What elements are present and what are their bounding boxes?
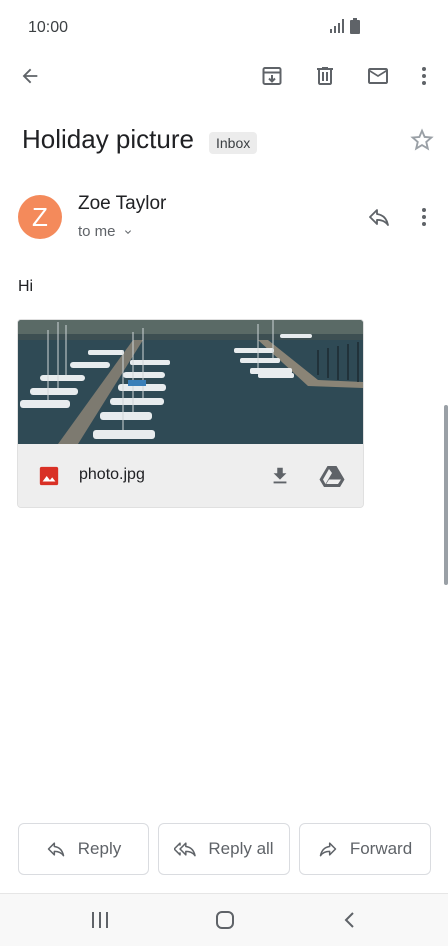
chevron-down-icon bbox=[124, 229, 131, 234]
sender-avatar[interactable]: Z bbox=[18, 195, 62, 239]
star-outline-icon bbox=[410, 128, 434, 151]
message-more-button[interactable] bbox=[404, 197, 444, 237]
recipient-label: to me bbox=[78, 223, 116, 240]
arrow-back-icon bbox=[22, 68, 38, 84]
email-toolbar bbox=[0, 56, 448, 100]
forward-button[interactable]: Forward bbox=[299, 823, 431, 875]
delete-icon bbox=[317, 67, 333, 85]
reply-actions: Reply Reply all Forward bbox=[0, 823, 448, 877]
system-back-button[interactable] bbox=[330, 904, 370, 936]
more-vert-icon bbox=[422, 208, 426, 226]
reply-icon bbox=[369, 209, 389, 226]
email-subject: Holiday picture bbox=[22, 124, 194, 154]
reply-all-button[interactable]: Reply all bbox=[158, 823, 290, 875]
download-icon bbox=[273, 467, 287, 484]
download-attachment-button[interactable] bbox=[260, 456, 300, 496]
reply-label: Reply bbox=[77, 839, 122, 858]
attachment-card[interactable]: photo.jpg bbox=[17, 319, 364, 508]
archive-icon bbox=[262, 67, 282, 85]
chevron-left-icon bbox=[344, 912, 354, 928]
sender-name: Zoe Taylor bbox=[78, 193, 167, 214]
attachment-photo-preview[interactable] bbox=[18, 320, 363, 444]
delete-button[interactable] bbox=[305, 56, 345, 96]
image-file-icon bbox=[39, 466, 59, 486]
more-options-button[interactable] bbox=[404, 56, 444, 96]
avatar-initial: Z bbox=[32, 201, 48, 232]
save-to-drive-button[interactable] bbox=[312, 456, 352, 496]
home-button[interactable] bbox=[205, 904, 245, 936]
archive-button[interactable] bbox=[252, 56, 292, 96]
reply-button[interactable]: Reply bbox=[18, 823, 149, 875]
signal-icon bbox=[330, 19, 344, 33]
mark-unread-button[interactable] bbox=[358, 56, 398, 96]
attachment-filename: photo.jpg bbox=[79, 466, 145, 483]
home-icon bbox=[216, 911, 234, 929]
forward-icon bbox=[319, 842, 337, 857]
recent-apps-button[interactable] bbox=[80, 904, 120, 936]
recipient-details-toggle[interactable]: to me bbox=[78, 223, 134, 240]
attachment-info-bar: photo.jpg bbox=[18, 444, 363, 507]
reply-icon bbox=[47, 842, 65, 857]
star-button[interactable] bbox=[408, 126, 436, 154]
forward-label: Forward bbox=[349, 839, 413, 858]
mail-icon bbox=[368, 68, 388, 84]
recent-apps-icon bbox=[92, 912, 108, 928]
email-body: Hi bbox=[18, 278, 34, 295]
reply-all-icon bbox=[174, 842, 197, 857]
status-bar: 10:00 bbox=[0, 0, 448, 56]
scrollbar-handle[interactable] bbox=[444, 405, 448, 585]
reply-icon-button[interactable] bbox=[359, 197, 399, 237]
status-icons bbox=[330, 18, 360, 34]
status-time: 10:00 bbox=[28, 19, 69, 36]
back-button[interactable] bbox=[10, 56, 50, 96]
battery-icon bbox=[350, 18, 360, 34]
more-vert-icon bbox=[422, 67, 426, 85]
google-drive-icon bbox=[319, 466, 345, 487]
inbox-label-badge[interactable]: Inbox bbox=[209, 132, 258, 154]
system-nav-bar bbox=[0, 893, 448, 946]
reply-all-label: Reply all bbox=[208, 839, 274, 858]
